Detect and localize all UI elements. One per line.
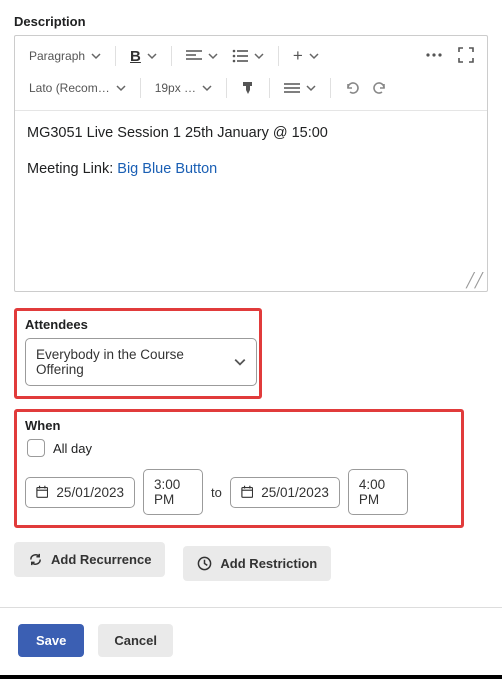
undo-button[interactable] [341, 77, 363, 99]
bottom-border [0, 675, 502, 679]
list-icon [232, 49, 248, 63]
alignment-dropdown[interactable] [182, 47, 222, 65]
font-size-dropdown[interactable]: 19px … [151, 79, 216, 97]
when-label: When [25, 418, 453, 433]
add-recurrence-button[interactable]: Add Recurrence [14, 542, 165, 577]
add-recurrence-label: Add Recurrence [51, 552, 151, 567]
rich-text-editor: Paragraph B [14, 35, 488, 292]
line-spacing-icon [284, 81, 300, 95]
toolbar-separator [226, 78, 227, 98]
align-icon [186, 49, 202, 63]
resize-handle[interactable]: ╱╱ [466, 273, 483, 287]
start-time-value: 3:00 PM [154, 477, 192, 507]
toolbar-separator [269, 78, 270, 98]
start-time-field[interactable]: 3:00 PM [143, 469, 203, 515]
chevron-down-icon [309, 51, 319, 61]
to-label: to [211, 485, 222, 500]
cancel-label: Cancel [114, 633, 157, 648]
font-family-label: Lato (Recom… [29, 81, 110, 95]
chevron-down-icon [147, 51, 157, 61]
attendees-select[interactable]: Everybody in the Course Offering [25, 338, 257, 386]
description-label: Description [14, 14, 488, 29]
meeting-link-prefix: Meeting Link: [27, 161, 117, 177]
save-highlight: Save [14, 620, 88, 661]
end-date-value: 25/01/2023 [261, 485, 329, 500]
save-button[interactable]: Save [18, 624, 84, 657]
end-date-field[interactable]: 25/01/2023 [230, 477, 340, 508]
recurrence-icon [28, 552, 43, 567]
meeting-link[interactable]: Big Blue Button [117, 161, 217, 177]
chevron-down-icon [208, 51, 218, 61]
font-size-label: 19px … [155, 81, 196, 95]
toolbar-separator [115, 46, 116, 66]
start-date-value: 25/01/2023 [56, 485, 124, 500]
all-day-label: All day [53, 441, 92, 456]
content-line: Meeting Link: Big Blue Button [27, 159, 475, 181]
calendar-icon [36, 485, 48, 499]
when-highlight: When All day 25/01/2023 3:00 PM to 25/01… [14, 409, 464, 528]
more-actions-button[interactable] [423, 44, 445, 66]
cancel-button[interactable]: Cancel [98, 624, 173, 657]
save-label: Save [36, 633, 66, 648]
chevron-down-icon [202, 83, 212, 93]
list-dropdown[interactable] [228, 47, 268, 65]
chevron-down-icon [116, 83, 126, 93]
toolbar-separator [278, 46, 279, 66]
format-painter-button[interactable] [237, 77, 259, 99]
toolbar-separator [330, 78, 331, 98]
start-date-field[interactable]: 25/01/2023 [25, 477, 135, 508]
undo-icon [344, 80, 360, 96]
format-painter-icon [240, 80, 256, 96]
attendees-selected: Everybody in the Course Offering [36, 347, 234, 377]
end-time-field[interactable]: 4:00 PM [348, 469, 408, 515]
toolbar-separator [140, 78, 141, 98]
add-restriction-label: Add Restriction [220, 556, 317, 571]
toolbar-separator [171, 46, 172, 66]
paragraph-style-label: Paragraph [29, 49, 85, 63]
redo-icon [372, 80, 388, 96]
fullscreen-button[interactable] [455, 44, 477, 66]
chevron-down-icon [306, 83, 316, 93]
expand-icon [458, 47, 474, 63]
bold-dropdown[interactable]: B [126, 46, 161, 67]
calendar-icon [241, 485, 253, 499]
all-day-checkbox[interactable] [27, 439, 45, 457]
clock-icon [197, 556, 212, 571]
redo-button[interactable] [369, 77, 391, 99]
line-spacing-dropdown[interactable] [280, 79, 320, 97]
footer-divider [0, 607, 502, 608]
ellipsis-icon [425, 52, 443, 58]
end-time-value: 4:00 PM [359, 477, 397, 507]
chevron-down-icon [234, 356, 246, 368]
attendees-label: Attendees [25, 317, 251, 332]
insert-dropdown[interactable]: + [289, 49, 323, 63]
restriction-highlight: Add Restriction [179, 542, 335, 585]
editor-content[interactable]: MG3051 Live Session 1 25th January @ 15:… [15, 111, 487, 281]
bold-icon: B [130, 48, 141, 65]
attendees-highlight: Attendees Everybody in the Course Offeri… [14, 308, 262, 399]
editor-toolbar: Paragraph B [15, 36, 487, 111]
font-family-dropdown[interactable]: Lato (Recom… [25, 79, 130, 97]
add-restriction-button[interactable]: Add Restriction [183, 546, 331, 581]
chevron-down-icon [91, 51, 101, 61]
paragraph-style-dropdown[interactable]: Paragraph [25, 47, 105, 65]
chevron-down-icon [254, 51, 264, 61]
content-line: MG3051 Live Session 1 25th January @ 15:… [27, 123, 475, 145]
